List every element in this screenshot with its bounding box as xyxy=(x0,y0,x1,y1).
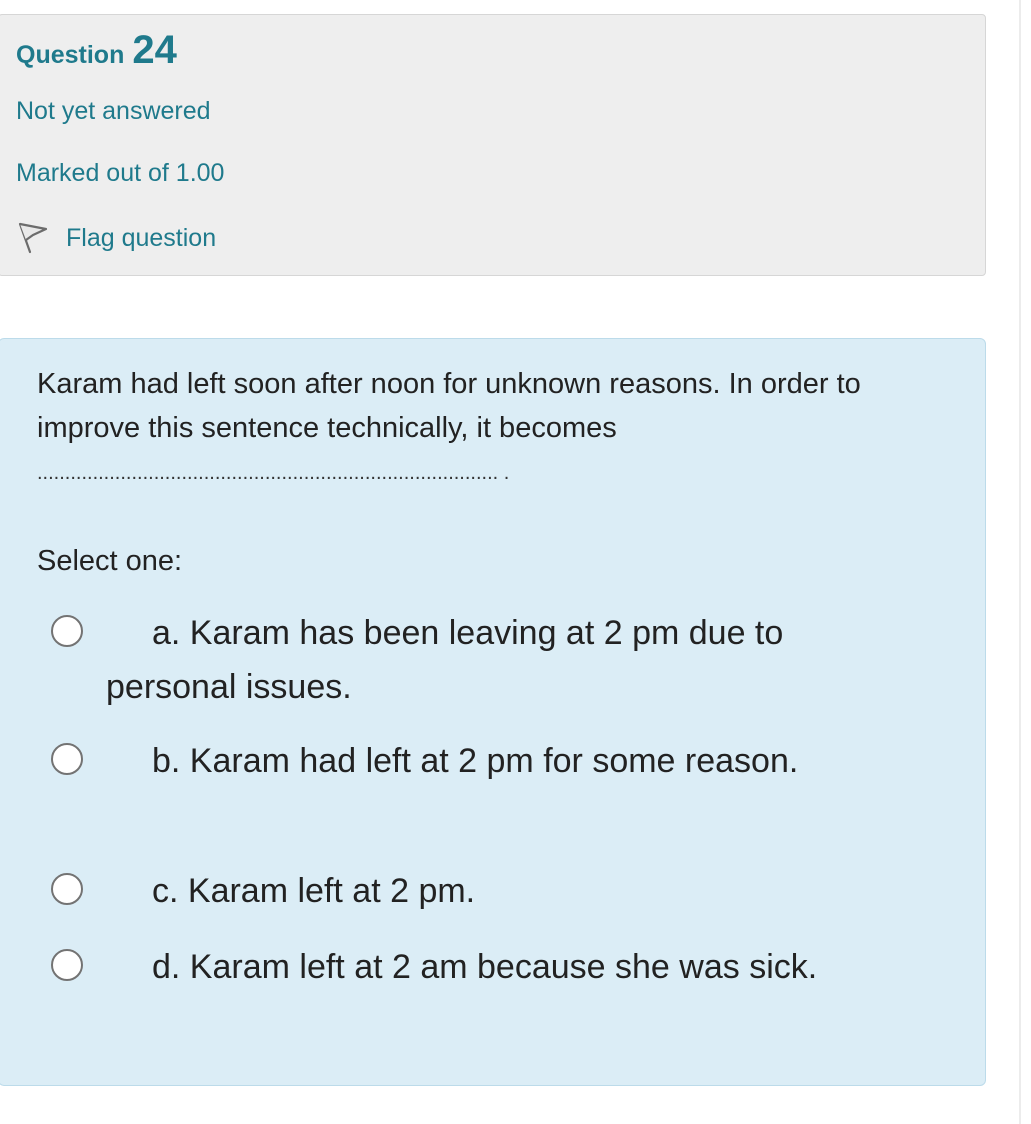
radio-button[interactable] xyxy=(51,615,83,647)
radio-button[interactable] xyxy=(51,743,83,775)
question-text: Karam had left soon after noon for unkno… xyxy=(37,368,861,444)
answer-option-label[interactable]: b. Karam had left at 2 pm for some reaso… xyxy=(106,734,906,788)
answer-option-label[interactable]: a. Karam has been leaving at 2 pm due to… xyxy=(106,606,906,714)
question-number: Question 24 xyxy=(16,30,177,70)
question-number-value: 24 xyxy=(132,28,177,72)
question-number-label: Question xyxy=(16,41,125,69)
flag-icon xyxy=(18,222,48,254)
flag-question-label: Flag question xyxy=(66,223,217,252)
question-state: Not yet answered xyxy=(16,97,211,125)
answer-option-label[interactable]: d. Karam left at 2 am because she was si… xyxy=(106,940,906,994)
radio-button[interactable] xyxy=(51,949,83,981)
page-edge xyxy=(1019,0,1021,1124)
question-grade: Marked out of 1.00 xyxy=(16,159,225,187)
radio-button[interactable] xyxy=(51,873,83,905)
answer-option-label[interactable]: c. Karam left at 2 pm. xyxy=(106,864,906,918)
flag-question-link[interactable]: Flag question xyxy=(16,218,216,258)
answer-blank: ........................................… xyxy=(37,462,510,484)
quiz-page: Question 24 Not yet answered Marked out o… xyxy=(0,0,1031,1124)
select-one-prompt: Select one: xyxy=(37,545,183,577)
